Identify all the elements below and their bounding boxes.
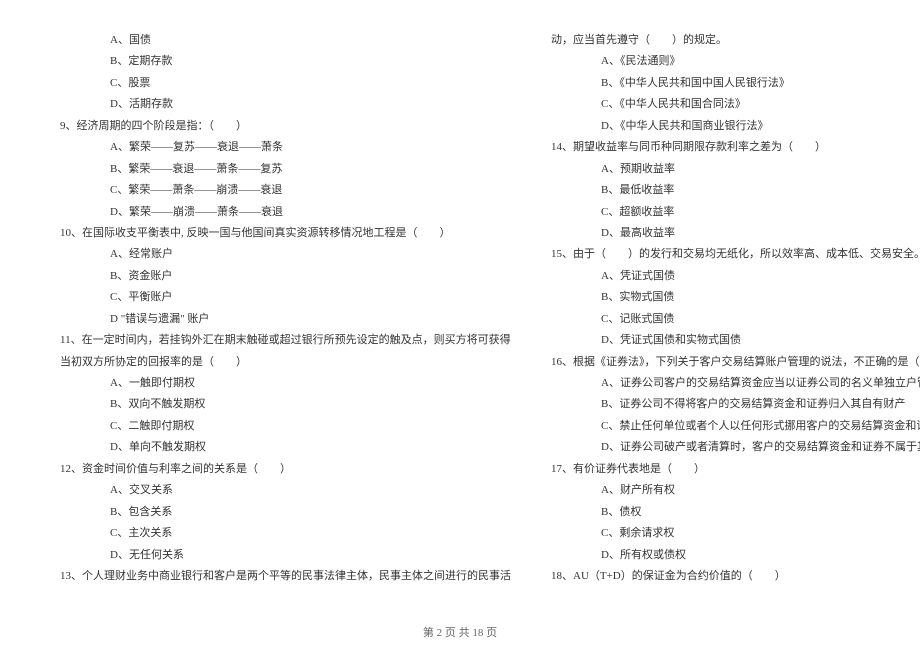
option-line: A、《民法通则》 — [541, 51, 920, 72]
option-line: A、财产所有权 — [541, 480, 920, 501]
option-line: C、繁荣——萧条——崩溃——衰退 — [50, 180, 511, 201]
option-line: C、主次关系 — [50, 523, 511, 544]
option-line: D、《中华人民共和国商业银行法》 — [541, 116, 920, 137]
question-line: 17、有价证券代表地是（ ） — [541, 459, 920, 480]
option-line: A、繁荣——复苏——衰退——萧条 — [50, 137, 511, 158]
question-line: 14、期望收益率与同币种同期限存款利率之差为（ ） — [541, 137, 920, 158]
option-line: C、禁止任何单位或者个人以任何形式挪用客户的交易结算资金和证券 — [541, 416, 920, 437]
option-line: B、双向不触发期权 — [50, 394, 511, 415]
option-line: D "错误与遗漏" 账户 — [50, 309, 511, 330]
continuation-line: 当初双方所协定的回报率的是（ ） — [50, 352, 511, 373]
option-line: C、记账式国债 — [541, 309, 920, 330]
option-line: B、《中华人民共和国中国人民银行法》 — [541, 73, 920, 94]
question-line: 18、AU（T+D）的保证金为合约价值的（ ） — [541, 566, 920, 587]
option-line: D、繁荣——崩溃——萧条——衰退 — [50, 202, 511, 223]
option-line: A、交叉关系 — [50, 480, 511, 501]
two-column-layout: A、国债B、定期存款C、股票D、活期存款9、经济周期的四个阶段是指：（ ）A、繁… — [50, 30, 870, 620]
option-line: B、繁荣——衰退——萧条——复苏 — [50, 159, 511, 180]
option-line: B、债权 — [541, 502, 920, 523]
continuation-line: 动，应当首先遵守（ ）的规定。 — [541, 30, 920, 51]
question-line: 11、在一定时间内，若挂钩外汇在期末触碰或超过银行所预先设定的触及点，则买方将可… — [50, 330, 511, 351]
option-line: D、凭证式国债和实物式国债 — [541, 330, 920, 351]
question-line: 13、个人理财业务中商业银行和客户是两个平等的民事法律主体，民事主体之间进行的民… — [50, 566, 511, 587]
question-line: 16、根据《证券法》，下列关于客户交易结算账户管理的说法，不正确的是（ ） — [541, 352, 920, 373]
option-line: A、证券公司客户的交易结算资金应当以证券公司的名义单独立户管理 — [541, 373, 920, 394]
question-line: 10、在国际收支平衡表中, 反映一国与他国间真实资源转移情况地工程是（ ） — [50, 223, 511, 244]
option-line: A、凭证式国债 — [541, 266, 920, 287]
option-line: D、无任何关系 — [50, 545, 511, 566]
option-line: D、所有权或债权 — [541, 545, 920, 566]
option-line: B、最低收益率 — [541, 180, 920, 201]
option-line: A、一触即付期权 — [50, 373, 511, 394]
option-line: A、国债 — [50, 30, 511, 51]
right-column: 动，应当首先遵守（ ）的规定。A、《民法通则》B、《中华人民共和国中国人民银行法… — [541, 30, 920, 620]
option-line: D、活期存款 — [50, 94, 511, 115]
option-line: B、定期存款 — [50, 51, 511, 72]
left-column: A、国债B、定期存款C、股票D、活期存款9、经济周期的四个阶段是指：（ ）A、繁… — [50, 30, 511, 620]
option-line: C、剩余请求权 — [541, 523, 920, 544]
option-line: C、平衡账户 — [50, 287, 511, 308]
option-line: C、《中华人民共和国合同法》 — [541, 94, 920, 115]
option-line: D、证券公司破产或者清算时，客户的交易结算资金和证券不属于其破产财产或者清算财产 — [541, 437, 920, 458]
option-line: B、实物式国债 — [541, 287, 920, 308]
option-line: D、单向不触发期权 — [50, 437, 511, 458]
option-line: B、资金账户 — [50, 266, 511, 287]
option-line: B、证券公司不得将客户的交易结算资金和证券归入其自有财产 — [541, 394, 920, 415]
option-line: A、经常账户 — [50, 244, 511, 265]
option-line: D、最高收益率 — [541, 223, 920, 244]
option-line: C、二触即付期权 — [50, 416, 511, 437]
option-line: B、包含关系 — [50, 502, 511, 523]
question-line: 9、经济周期的四个阶段是指：（ ） — [50, 116, 511, 137]
option-line: C、股票 — [50, 73, 511, 94]
option-line: A、预期收益率 — [541, 159, 920, 180]
question-line: 12、资金时间价值与利率之间的关系是（ ） — [50, 459, 511, 480]
question-line: 15、由于（ ）的发行和交易均无纸化，所以效率高、成本低、交易安全。 — [541, 244, 920, 265]
option-line: C、超额收益率 — [541, 202, 920, 223]
page-footer: 第 2 页 共 18 页 — [0, 624, 920, 640]
